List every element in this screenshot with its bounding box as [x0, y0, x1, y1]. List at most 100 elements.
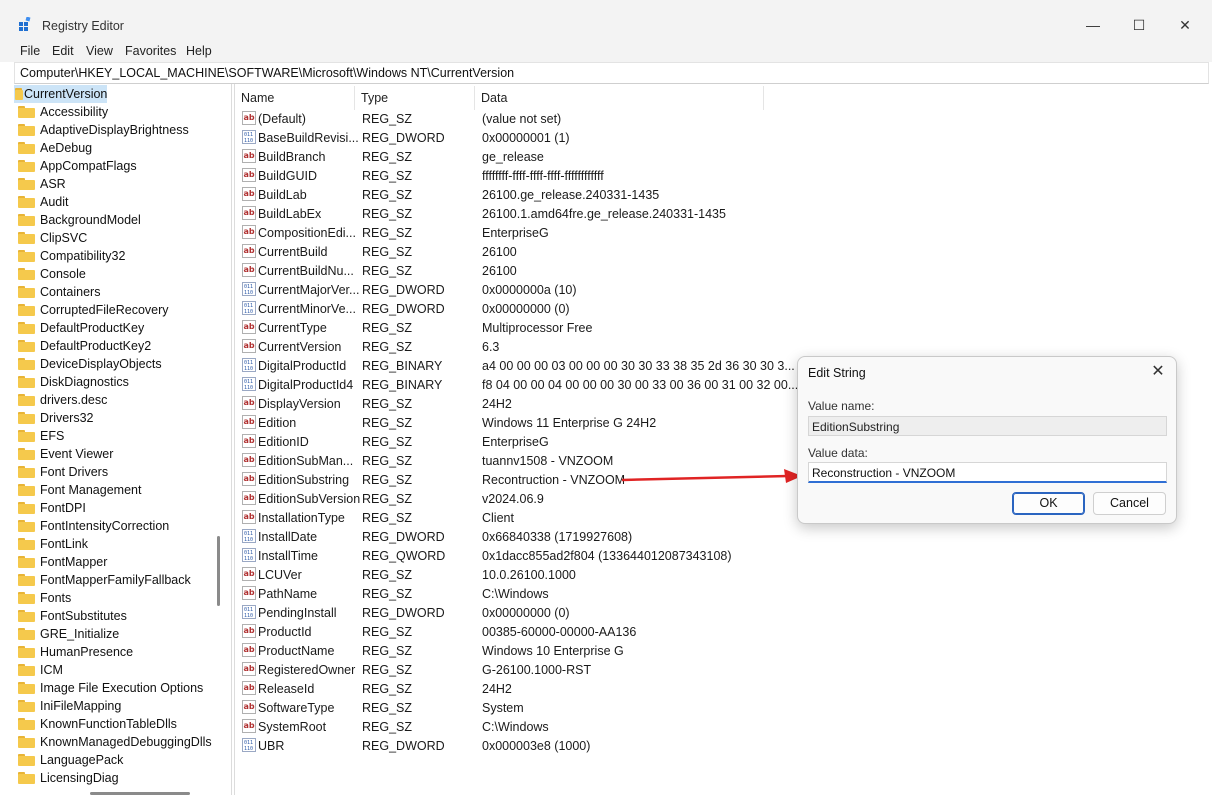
- value-row[interactable]: 011 110 InstallTime REG_QWORD 0x1dacc855ad2f…: [235, 546, 935, 565]
- tree-item[interactable]: KnownManagedDebuggingDlls: [14, 733, 214, 751]
- value-row[interactable]: ab RegisteredOwner REG_SZ G-26100.1000-RST: [235, 660, 935, 679]
- tree-item[interactable]: Audit: [14, 193, 214, 211]
- tree-item-label: Console: [40, 267, 86, 281]
- tree-item[interactable]: CurrentVersion: [14, 85, 107, 103]
- tree-item[interactable]: DiskDiagnostics: [14, 373, 214, 391]
- dialog-title: Edit String: [808, 366, 866, 380]
- tree-vertical-scrollbar[interactable]: [217, 536, 220, 606]
- value-row[interactable]: ab CurrentVersion REG_SZ 6.3: [235, 337, 935, 356]
- string-value-icon: ab: [242, 187, 256, 201]
- value-data: C:\Windows: [482, 720, 549, 734]
- tree-item[interactable]: HumanPresence: [14, 643, 214, 661]
- tree-item[interactable]: FontIntensityCorrection: [14, 517, 214, 535]
- tree-item-label: LicensingDiag: [40, 771, 119, 785]
- tree-item[interactable]: Compatibility32: [14, 247, 214, 265]
- folder-icon: [18, 628, 35, 640]
- value-row[interactable]: 011 110 UBR REG_DWORD 0x000003e8 (1000): [235, 736, 935, 755]
- tree-item[interactable]: LicensingDiag: [14, 769, 214, 787]
- tree-item[interactable]: ClipSVC: [14, 229, 214, 247]
- tree-item[interactable]: Font Drivers: [14, 463, 214, 481]
- close-window-button[interactable]: ✕: [1162, 10, 1208, 40]
- value-row[interactable]: 011 110 BaseBuildRevisi... REG_DWORD 0x00000…: [235, 128, 935, 147]
- column-header-name[interactable]: Name: [235, 86, 355, 110]
- column-header-data[interactable]: Data: [475, 86, 764, 110]
- value-name: BuildLabEx: [258, 207, 322, 221]
- tree-item-label: Drivers32: [40, 411, 94, 425]
- value-row[interactable]: ab ProductName REG_SZ Windows 10 Enterprise…: [235, 641, 935, 660]
- tree-item[interactable]: AppCompatFlags: [14, 157, 214, 175]
- tree-item[interactable]: Image File Execution Options: [14, 679, 214, 697]
- dialog-close-button[interactable]: ✕: [1148, 362, 1168, 382]
- address-bar[interactable]: Computer\HKEY_LOCAL_MACHINE\SOFTWARE\Mic…: [14, 62, 1209, 84]
- tree-item[interactable]: FontDPI: [14, 499, 214, 517]
- menu-edit[interactable]: Edit: [52, 44, 74, 58]
- folder-icon: [18, 322, 35, 334]
- cancel-button[interactable]: Cancel: [1093, 492, 1166, 515]
- tree-item[interactable]: drivers.desc: [14, 391, 214, 409]
- value-name: BaseBuildRevisi...: [258, 131, 359, 145]
- value-data-input[interactable]: Reconstruction - VNZOOM: [808, 462, 1167, 483]
- tree-item[interactable]: FontLink: [14, 535, 214, 553]
- tree-item[interactable]: CorruptedFileRecovery: [14, 301, 214, 319]
- value-row[interactable]: ab ProductId REG_SZ 00385-60000-00000-AA136: [235, 622, 935, 641]
- tree-item[interactable]: Drivers32: [14, 409, 214, 427]
- tree-item[interactable]: Event Viewer: [14, 445, 214, 463]
- ok-button[interactable]: OK: [1012, 492, 1085, 515]
- binary-value-icon: 011 110: [242, 282, 256, 296]
- tree-item[interactable]: Fonts: [14, 589, 214, 607]
- tree-item[interactable]: DefaultProductKey: [14, 319, 214, 337]
- tree-item[interactable]: FontSubstitutes: [14, 607, 214, 625]
- maximize-button[interactable]: ☐: [1116, 10, 1162, 40]
- menu-help[interactable]: Help: [186, 44, 212, 58]
- tree-item[interactable]: AdaptiveDisplayBrightness: [14, 121, 214, 139]
- tree-item[interactable]: Accessibility: [14, 103, 214, 121]
- value-row[interactable]: 011 110 CurrentMajorVer... REG_DWORD 0x00000…: [235, 280, 935, 299]
- tree-item[interactable]: DefaultProductKey2: [14, 337, 214, 355]
- tree-item[interactable]: BackgroundModel: [14, 211, 214, 229]
- value-row[interactable]: ab BuildBranch REG_SZ ge_release: [235, 147, 935, 166]
- tree-item[interactable]: GRE_Initialize: [14, 625, 214, 643]
- tree-item[interactable]: AeDebug: [14, 139, 214, 157]
- value-row[interactable]: ab ReleaseId REG_SZ 24H2: [235, 679, 935, 698]
- value-name: ProductName: [258, 644, 335, 658]
- tree-item[interactable]: LanguagePack: [14, 751, 214, 769]
- value-type: REG_SZ: [362, 492, 413, 506]
- value-row[interactable]: ab (Default) REG_SZ (value not set): [235, 109, 935, 128]
- value-data: EnterpriseG: [482, 435, 549, 449]
- value-row[interactable]: ab BuildGUID REG_SZ ffffffff-ffff-ffff-ffff…: [235, 166, 935, 185]
- tree-item[interactable]: EFS: [14, 427, 214, 445]
- tree-item[interactable]: Console: [14, 265, 214, 283]
- tree-item[interactable]: ASR: [14, 175, 214, 193]
- tree-item[interactable]: Containers: [14, 283, 214, 301]
- tree-item[interactable]: IniFileMapping: [14, 697, 214, 715]
- value-name: PendingInstall: [258, 606, 337, 620]
- tree-item[interactable]: FontMapperFamilyFallback: [14, 571, 214, 589]
- tree-item[interactable]: KnownFunctionTableDlls: [14, 715, 214, 733]
- menu-file[interactable]: File: [20, 44, 40, 58]
- value-row[interactable]: 011 110 InstallDate REG_DWORD 0x66840338 (17…: [235, 527, 935, 546]
- value-row[interactable]: ab SoftwareType REG_SZ System: [235, 698, 935, 717]
- value-row[interactable]: ab BuildLab REG_SZ 26100.ge_release.240331-…: [235, 185, 935, 204]
- tree-item[interactable]: FontMapper: [14, 553, 214, 571]
- value-row[interactable]: ab CurrentBuildNu... REG_SZ 26100: [235, 261, 935, 280]
- value-name: BuildLab: [258, 188, 307, 202]
- value-row[interactable]: ab BuildLabEx REG_SZ 26100.1.amd64fre.ge_re…: [235, 204, 935, 223]
- value-row[interactable]: ab SystemRoot REG_SZ C:\Windows: [235, 717, 935, 736]
- minimize-button[interactable]: —: [1070, 10, 1116, 40]
- value-row[interactable]: ab LCUVer REG_SZ 10.0.26100.1000: [235, 565, 935, 584]
- value-row[interactable]: ab CompositionEdi... REG_SZ EnterpriseG: [235, 223, 935, 242]
- tree-item[interactable]: DeviceDisplayObjects: [14, 355, 214, 373]
- column-header-type[interactable]: Type: [355, 86, 475, 110]
- menu-favorites[interactable]: Favorites: [125, 44, 176, 58]
- tree-item-label: DeviceDisplayObjects: [40, 357, 162, 371]
- menu-view[interactable]: View: [86, 44, 113, 58]
- value-row[interactable]: ab PathName REG_SZ C:\Windows: [235, 584, 935, 603]
- value-row[interactable]: ab CurrentType REG_SZ Multiprocessor Free: [235, 318, 935, 337]
- tree-item[interactable]: ICM: [14, 661, 214, 679]
- value-row[interactable]: ab CurrentBuild REG_SZ 26100: [235, 242, 935, 261]
- value-type: REG_SZ: [362, 340, 413, 354]
- key-tree[interactable]: CurrentVersion Accessibility AdaptiveDispl…: [14, 84, 232, 795]
- tree-item[interactable]: Font Management: [14, 481, 214, 499]
- value-row[interactable]: 011 110 PendingInstall REG_DWORD 0x00000000 …: [235, 603, 935, 622]
- value-row[interactable]: 011 110 CurrentMinorVe... REG_DWORD 0x000000…: [235, 299, 935, 318]
